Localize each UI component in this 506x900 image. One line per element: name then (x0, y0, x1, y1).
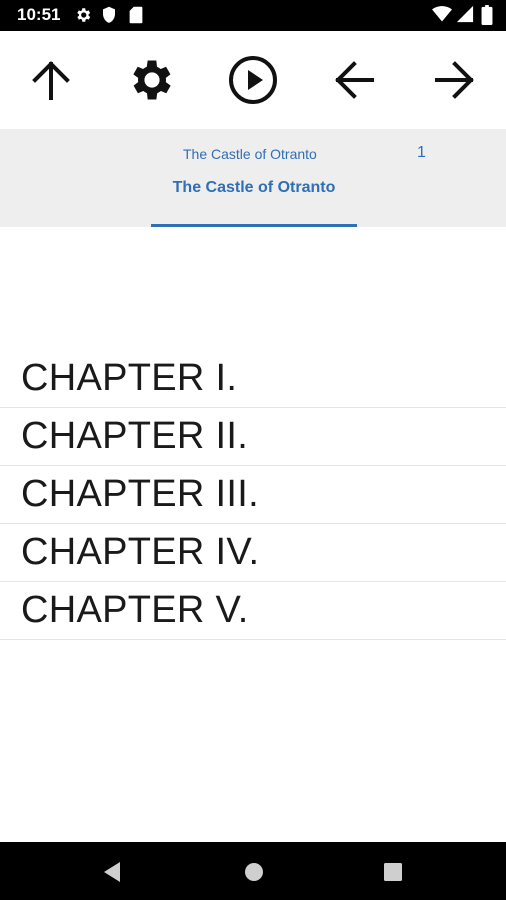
chapter-label: CHAPTER IV. (21, 531, 260, 573)
arrow-right-icon (435, 61, 474, 99)
page-number: 1 (417, 144, 426, 161)
chapter-item-4[interactable]: CHAPTER IV. (0, 524, 506, 582)
book-title: The Castle of Otranto (183, 146, 317, 162)
chapter-item-2[interactable]: CHAPTER II. (0, 408, 506, 466)
status-right-icons (426, 5, 506, 25)
chapter-item-1[interactable]: CHAPTER I. (0, 350, 506, 408)
battery-icon (481, 5, 493, 25)
back-button[interactable] (325, 51, 383, 109)
chapter-label: CHAPTER II. (21, 415, 249, 457)
chapter-item-5[interactable]: CHAPTER V. (0, 582, 506, 640)
chapter-label: CHAPTER I. (21, 357, 238, 399)
nav-back-button[interactable] (100, 859, 126, 885)
nav-home-button[interactable] (241, 859, 267, 885)
status-bar: 10:51 (0, 0, 506, 31)
gear-icon (77, 8, 91, 22)
wifi-icon (432, 6, 452, 22)
shield-icon (103, 6, 115, 23)
sd-card-icon (129, 6, 143, 24)
chapter-item-3[interactable]: CHAPTER III. (0, 466, 506, 524)
forward-button[interactable] (426, 51, 484, 109)
nav-recents-button[interactable] (380, 859, 406, 885)
status-time: 10:51 (17, 5, 61, 24)
play-circle-icon (229, 56, 277, 104)
chapter-list: CHAPTER I. CHAPTER II. CHAPTER III. CHAP… (0, 350, 506, 640)
book-header: The Castle of Otranto 1 The Castle of Ot… (0, 129, 506, 227)
recents-square-icon (384, 863, 402, 881)
back-triangle-icon (104, 862, 120, 882)
tab-underline (151, 224, 357, 227)
cellular-signal-icon (456, 5, 474, 23)
arrow-left-icon (335, 61, 374, 99)
up-arrow-button[interactable] (22, 51, 80, 109)
system-nav-bar (0, 842, 506, 900)
home-circle-icon (245, 863, 263, 881)
tab-label: The Castle of Otranto (172, 179, 336, 196)
gear-icon (133, 60, 171, 100)
tab-book[interactable]: The Castle of Otranto (151, 179, 357, 227)
chapter-label: CHAPTER V. (21, 589, 249, 631)
chapter-label: CHAPTER III. (21, 473, 259, 515)
arrow-up-icon (32, 61, 70, 100)
play-button[interactable] (224, 51, 282, 109)
settings-button[interactable] (123, 51, 181, 109)
toolbar (0, 31, 506, 129)
